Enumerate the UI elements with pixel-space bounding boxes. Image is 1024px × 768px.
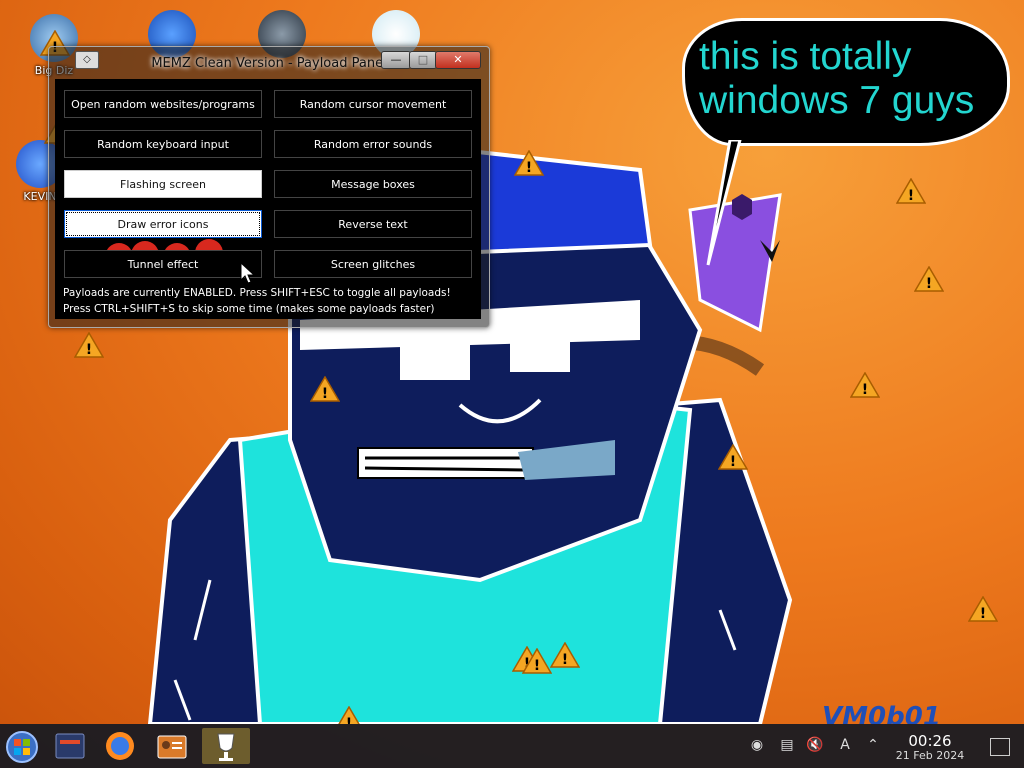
- control-panel-icon: [157, 735, 187, 759]
- payload-button-open-websites[interactable]: Open random websites/programs: [64, 90, 262, 118]
- payload-button-draw-error-icons[interactable]: Draw error icons: [64, 210, 262, 238]
- taskbar-file-manager[interactable]: [48, 728, 92, 764]
- file-manager-icon: [55, 733, 85, 759]
- svg-text:!: !: [862, 382, 868, 398]
- svg-text:!: !: [526, 160, 532, 176]
- payload-panel-window: ◇ MEMZ Clean Version - Payload Panel — □…: [48, 46, 490, 328]
- warning-icon: !: [550, 642, 580, 668]
- close-button[interactable]: ✕: [435, 51, 481, 69]
- speech-bubble-tail: [706, 140, 742, 266]
- taskbar-control-panel[interactable]: [150, 728, 194, 764]
- chevron-up-icon[interactable]: ⌃: [864, 736, 882, 754]
- payload-button-keyboard-input[interactable]: Random keyboard input: [64, 130, 262, 158]
- svg-text:!: !: [322, 386, 328, 402]
- memz-icon: [217, 733, 235, 761]
- start-button[interactable]: [0, 728, 44, 764]
- warning-icon: !: [310, 376, 340, 402]
- mouse-cursor-icon: [240, 262, 256, 284]
- taskbar-memz[interactable]: [202, 728, 250, 764]
- window-titlebar[interactable]: ◇ MEMZ Clean Version - Payload Panel — □…: [49, 47, 489, 77]
- warning-icon: !: [522, 648, 552, 674]
- warning-icon: !: [968, 596, 998, 622]
- svg-text:!: !: [730, 454, 736, 470]
- warning-icon: !: [850, 372, 880, 398]
- svg-text:!: !: [346, 716, 352, 724]
- keyboard-layout-icon[interactable]: A: [836, 736, 854, 754]
- tray-app-icon[interactable]: ◉: [748, 736, 766, 754]
- payload-button-reverse-text[interactable]: Reverse text: [274, 210, 472, 238]
- payload-button-flashing-screen[interactable]: Flashing screen: [64, 170, 262, 198]
- taskbar: ◉ ▤ 🔇 A ⌃: [0, 724, 1024, 768]
- status-text-enabled: Payloads are currently ENABLED. Press SH…: [63, 287, 451, 299]
- maximize-button[interactable]: □: [409, 51, 437, 69]
- warning-icon: !: [74, 332, 104, 358]
- svg-text:!: !: [926, 276, 932, 292]
- payload-button-screen-glitches[interactable]: Screen glitches: [274, 250, 472, 278]
- speech-bubble-line: this is totally: [699, 35, 912, 78]
- status-text-skip: Press CTRL+SHIFT+S to skip some time (ma…: [63, 303, 435, 315]
- svg-text:!: !: [980, 606, 986, 622]
- clock-time[interactable]: 00:26: [898, 732, 962, 750]
- payload-button-error-sounds[interactable]: Random error sounds: [274, 130, 472, 158]
- warning-icon: !: [338, 706, 360, 724]
- payload-panel-client: × × Open random websites/programs Random…: [55, 79, 481, 319]
- svg-text:!: !: [86, 342, 92, 358]
- clock-date[interactable]: 21 Feb 2024: [890, 749, 970, 762]
- svg-text:!: !: [908, 188, 914, 204]
- minimize-button[interactable]: —: [381, 51, 411, 69]
- speech-bubble: this is totally windows 7 guys: [682, 18, 1010, 146]
- mute-icon[interactable]: 🔇: [806, 736, 824, 754]
- windows-orb-icon: [6, 731, 38, 763]
- svg-text:!: !: [534, 658, 540, 674]
- payload-button-cursor-movement[interactable]: Random cursor movement: [274, 90, 472, 118]
- svg-text:!: !: [562, 652, 568, 668]
- warning-icon: !: [718, 444, 748, 470]
- warning-icon: !: [514, 150, 544, 176]
- taskbar-firefox[interactable]: [98, 728, 142, 764]
- warning-icon: !: [914, 266, 944, 292]
- show-desktop-button[interactable]: [990, 738, 1010, 756]
- firefox-icon: [106, 732, 134, 760]
- payload-button-tunnel-effect[interactable]: Tunnel effect: [64, 250, 262, 278]
- clipboard-icon[interactable]: ▤: [778, 736, 796, 754]
- payload-button-message-boxes[interactable]: Message boxes: [274, 170, 472, 198]
- watermark: VM0b01: [822, 702, 941, 724]
- warning-icon: !: [896, 178, 926, 204]
- speech-bubble-line: windows 7 guys: [699, 79, 975, 122]
